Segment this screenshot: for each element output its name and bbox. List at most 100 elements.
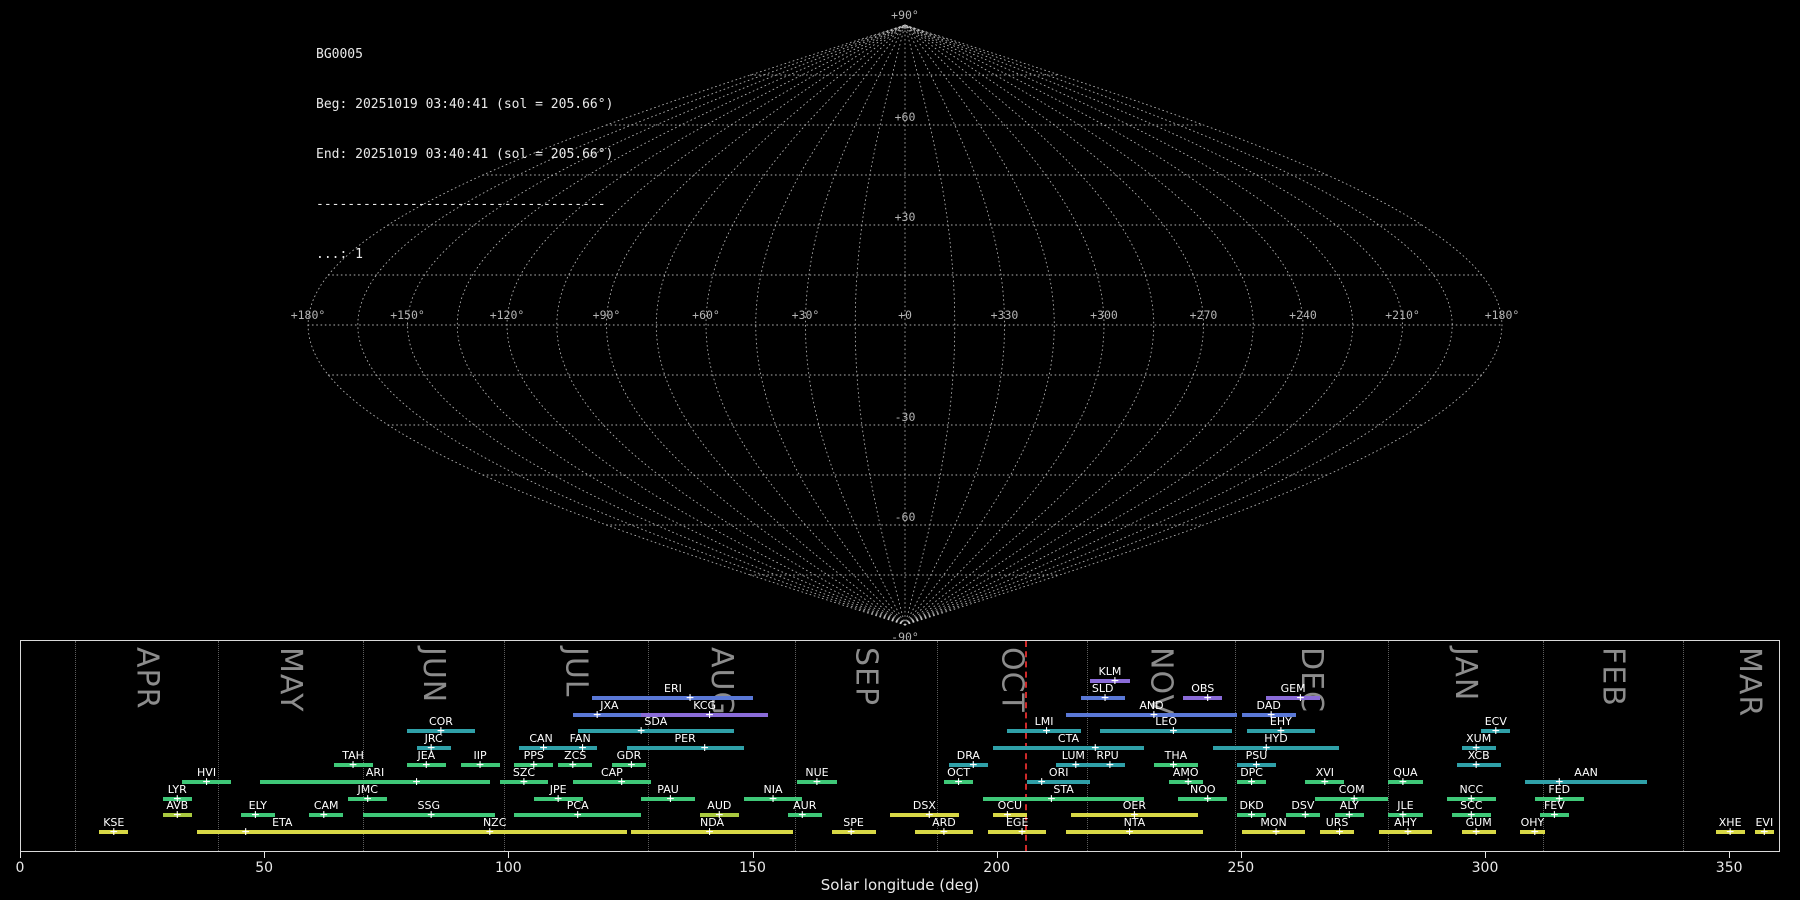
shower-peak-marker: + bbox=[319, 807, 328, 823]
shower-peak-marker: + bbox=[485, 824, 494, 840]
shower-peak-marker: + bbox=[202, 774, 211, 790]
shower-peak-marker: + bbox=[1530, 824, 1539, 840]
shower-peak-marker: + bbox=[1018, 824, 1026, 840]
header-divider: ------------------------------------- bbox=[316, 196, 606, 212]
shower-peak-marker: + bbox=[1491, 723, 1500, 739]
x-axis-tick-label: 250 bbox=[1227, 860, 1255, 876]
month-label: OCT bbox=[994, 647, 1030, 713]
skymap-longitude-label: +300 bbox=[1090, 308, 1118, 322]
shower-code-label: STA bbox=[1053, 782, 1074, 796]
shower-peak-marker: + bbox=[1399, 774, 1407, 790]
month-label: JUL bbox=[558, 647, 594, 698]
skymap-longitude-label: +240 bbox=[1289, 308, 1317, 322]
x-axis-tick-label: 300 bbox=[1471, 860, 1499, 876]
month-gridline bbox=[218, 641, 220, 851]
shower-peak-marker: + bbox=[769, 791, 777, 807]
shower-peak-marker: + bbox=[940, 824, 948, 840]
shower-peak-marker: + bbox=[476, 757, 484, 773]
shower-peak-marker: + bbox=[1272, 824, 1280, 840]
radiant-map-screen: +180° +150° +120° +90° +60° +30° +0 +330 +300 +27… bbox=[0, 0, 1800, 900]
skymap-latitude-label: +90° bbox=[891, 8, 919, 22]
skymap-latitude-label: -30 bbox=[895, 410, 916, 424]
x-axis-tick-label: 150 bbox=[739, 860, 766, 876]
skymap-latitude-label: +30 bbox=[895, 210, 916, 224]
shower-peak-marker: + bbox=[1047, 791, 1056, 807]
x-axis-tick-label: 200 bbox=[983, 860, 1011, 876]
shower-peak-marker: + bbox=[1726, 824, 1735, 840]
shower-bar bbox=[196, 830, 368, 835]
shower-peak-marker: + bbox=[568, 757, 577, 773]
station-id: BG0005 bbox=[316, 47, 363, 63]
shower-peak-marker: + bbox=[554, 791, 563, 807]
month-label: FEB bbox=[1595, 647, 1631, 707]
shower-peak-marker: + bbox=[617, 774, 626, 790]
x-axis-tick bbox=[996, 852, 998, 858]
x-axis-tick bbox=[20, 852, 21, 858]
shower-peak-marker: + bbox=[1125, 824, 1134, 840]
shower-bar bbox=[1212, 746, 1340, 751]
shower-peak-marker: + bbox=[1301, 807, 1310, 823]
shower-bar bbox=[626, 746, 744, 751]
skymap-longitude-label: +0 bbox=[898, 308, 912, 322]
shower-peak-marker: + bbox=[1472, 757, 1481, 773]
skymap-meridian bbox=[755, 24, 906, 626]
skymap-longitude-label: +330 bbox=[991, 308, 1019, 322]
x-axis-tick bbox=[1240, 852, 1242, 858]
timeline-panel: APR MAY JUN JUL AUG SEP OCT NOV DEC JAN FEB MAR KLM +… bbox=[20, 640, 1780, 852]
month-gridline bbox=[75, 641, 77, 851]
shower-peak-marker: + bbox=[1472, 824, 1481, 840]
shower-peak-marker: + bbox=[251, 807, 260, 823]
shower-peak-marker: + bbox=[1760, 824, 1769, 840]
shower-peak-marker: + bbox=[954, 774, 963, 790]
shower-peak-marker: + bbox=[1403, 824, 1412, 840]
skymap-longitude-label: +120° bbox=[490, 308, 525, 322]
shower-peak-marker: + bbox=[1203, 690, 1212, 706]
shower-peak-marker: + bbox=[1169, 723, 1178, 739]
end-time-line: End: 20251019 03:40:41 (sol = 205.66°) bbox=[316, 147, 614, 162]
month-label: JAN bbox=[1447, 647, 1483, 702]
shower-bar bbox=[577, 729, 734, 734]
month-gridline bbox=[1683, 641, 1685, 851]
x-axis-tick bbox=[752, 852, 754, 858]
shower-peak-marker: + bbox=[1037, 774, 1046, 790]
skymap-longitude-label: +150° bbox=[390, 308, 425, 322]
x-axis-tick bbox=[1485, 852, 1486, 858]
shower-peak-marker: + bbox=[627, 757, 636, 773]
skymap-longitude-label: +90° bbox=[593, 308, 621, 322]
shower-peak-marker: + bbox=[798, 807, 807, 823]
shower-bar bbox=[572, 712, 647, 717]
shower-peak-marker: + bbox=[1247, 807, 1256, 823]
observation-header: BG0005 Beg: 20251019 03:40:41 (sol = 205… bbox=[316, 14, 613, 297]
shower-peak-marker: + bbox=[1203, 791, 1212, 807]
shower-peak-marker: + bbox=[705, 707, 714, 723]
shower-peak-marker: + bbox=[412, 774, 421, 790]
shower-peak-marker: + bbox=[109, 824, 118, 840]
month-gridline bbox=[362, 641, 364, 851]
shower-peak-marker: + bbox=[1247, 774, 1256, 790]
x-axis-tick bbox=[264, 852, 266, 858]
shower-peak-marker: + bbox=[1042, 723, 1051, 739]
shower-peak-marker: + bbox=[637, 723, 646, 739]
x-axis-tick-label: 100 bbox=[494, 860, 522, 876]
shower-peak-marker: + bbox=[363, 791, 372, 807]
x-axis-tick-label: 50 bbox=[255, 860, 274, 876]
shower-peak-marker: + bbox=[1101, 690, 1110, 706]
shower-peak-marker: + bbox=[593, 707, 602, 723]
shower-peak-marker: + bbox=[705, 824, 714, 840]
shower-peak-marker: + bbox=[1550, 807, 1559, 823]
shower-bar bbox=[362, 830, 627, 835]
x-axis-tick-label: 0 bbox=[15, 860, 25, 876]
shower-bar bbox=[572, 779, 651, 784]
shower-peak-marker: + bbox=[700, 740, 709, 756]
shower-code-label: ORI bbox=[1048, 765, 1069, 779]
skymap-longitude-label: +180° bbox=[1485, 308, 1520, 322]
month-gridline bbox=[794, 641, 796, 851]
skymap-longitude-label: +60° bbox=[692, 308, 720, 322]
shower-peak-marker: + bbox=[520, 774, 528, 790]
shower-peak-marker: + bbox=[349, 757, 357, 773]
sky-map: +180° +150° +120° +90° +60° +30° +0 +330 +300 +27… bbox=[291, 8, 1520, 640]
month-gridline bbox=[1388, 641, 1390, 851]
month-label: MAR bbox=[1732, 647, 1768, 718]
month-label: APR bbox=[129, 647, 165, 710]
x-axis-tick-label: 350 bbox=[1715, 860, 1743, 876]
